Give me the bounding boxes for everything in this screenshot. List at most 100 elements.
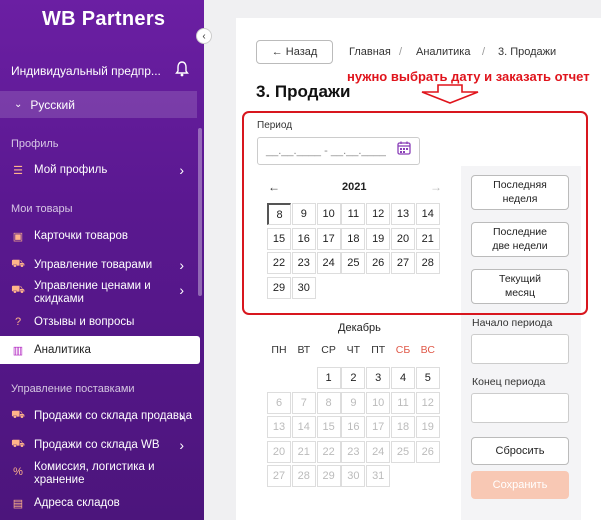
breadcrumb-analytics[interactable]: Аналитика xyxy=(416,46,470,58)
start-period-label: Начало периода xyxy=(472,317,553,329)
calendar-day: 31 xyxy=(366,465,391,487)
calendar-day: 13 xyxy=(267,416,291,438)
breadcrumb-separator: / xyxy=(482,46,486,58)
sidebar-item-label: Продажи со склада WB xyxy=(34,439,160,451)
sidebar-item-commission[interactable]: % Комиссия, логистика и хранение xyxy=(0,461,200,489)
chevron-right-icon: › xyxy=(179,282,184,298)
calendar-day: 27 xyxy=(267,465,291,487)
org-name[interactable]: Индивидуальный предпр... xyxy=(11,64,161,78)
section-supply: Управление поставками xyxy=(11,383,135,395)
weekday-label: ЧТ xyxy=(346,344,361,356)
calendar-day: 15 xyxy=(316,416,341,438)
weekday-label: СБ xyxy=(395,344,411,356)
calendar-day: 6 xyxy=(267,391,291,414)
page-title: 3. Продажи xyxy=(256,82,351,101)
month-title: Декабрь xyxy=(338,322,381,334)
calendar-day: 17 xyxy=(366,416,391,438)
collapse-sidebar-button[interactable]: ‹ xyxy=(196,28,212,44)
weekday-label: ВТ xyxy=(297,344,311,356)
calendar-day: 23 xyxy=(341,440,366,463)
calendar-day[interactable]: 5 xyxy=(415,367,440,389)
breadcrumb-current: 3. Продажи xyxy=(498,46,557,58)
truck-icon: ⛟ xyxy=(11,438,25,450)
calendar-day[interactable]: 3 xyxy=(366,367,391,389)
truck-icon: ⛟ xyxy=(11,258,25,270)
sidebar-item-label: Комиссия, логистика и хранение xyxy=(34,461,155,486)
sidebar-item-my-profile[interactable]: ☰ Мой профиль › xyxy=(0,160,200,180)
sidebar-item-label: Отзывы и вопросы xyxy=(34,316,135,328)
end-period-label: Конец периода xyxy=(472,376,546,388)
end-period-input[interactable] xyxy=(471,393,569,423)
sidebar-item-label: Управление ценами и скидками xyxy=(34,280,151,305)
chevron-right-icon: › xyxy=(179,437,184,453)
start-period-input[interactable] xyxy=(471,334,569,364)
sidebar-item-cards[interactable]: ▣ Карточки товаров xyxy=(0,226,200,246)
sidebar-item-seller-warehouse[interactable]: ⛟ Продажи со склада продавца › xyxy=(0,406,200,426)
sidebar-item-label: Адреса складов xyxy=(34,497,120,509)
book-icon: ▤ xyxy=(12,497,24,510)
sidebar-item-wb-warehouse[interactable]: ⛟ Продажи со склада WB › xyxy=(0,435,200,455)
language-select[interactable]: ⌄ Русский xyxy=(0,91,197,118)
weekday-label: ВС xyxy=(420,344,435,356)
calendar-day: 16 xyxy=(341,416,366,438)
sidebar-item-label: Мой профиль xyxy=(34,164,108,176)
percent-icon: % xyxy=(13,466,23,478)
calendar-day: 22 xyxy=(316,440,341,463)
calendar-day: 18 xyxy=(391,416,415,438)
calendar-day[interactable]: 1 xyxy=(316,367,341,389)
scrollbar[interactable] xyxy=(198,128,202,296)
chevron-right-icon: › xyxy=(179,408,184,424)
language-label: Русский xyxy=(30,97,75,112)
logo-text: WB Partners xyxy=(42,8,166,30)
sidebar-item-reviews[interactable]: ? Отзывы и вопросы xyxy=(0,313,200,331)
calendar-day[interactable]: 2 xyxy=(341,367,366,389)
sidebar-item-warehouse-addresses[interactable]: ▤ Адреса складов xyxy=(0,494,200,512)
sidebar-item-label: Карточки товаров xyxy=(34,230,128,242)
calendar-day: 8 xyxy=(316,391,341,414)
calendar-day: 30 xyxy=(341,465,366,487)
sidebar-item-analytics[interactable]: ▥ Аналитика xyxy=(0,336,200,364)
annotation-text: нужно выбрать дату и заказать отчет xyxy=(347,69,590,84)
back-button[interactable]: ← Назад xyxy=(256,40,333,64)
annotation-arrow-icon xyxy=(421,84,479,104)
section-profile: Профиль xyxy=(11,138,59,150)
save-button[interactable]: Сохранить xyxy=(471,471,569,499)
chevron-down-icon: ⌄ xyxy=(14,99,23,110)
calendar-day: 9 xyxy=(341,391,366,414)
weekday-label: СР xyxy=(321,344,336,356)
box-icon: ▣ xyxy=(12,230,24,243)
section-goods: Мои товары xyxy=(11,203,73,215)
sliders-icon: ☰ xyxy=(13,164,23,177)
calendar-day[interactable]: 4 xyxy=(391,367,415,389)
weekday-label: ПТ xyxy=(371,344,386,356)
calendar-day: 28 xyxy=(291,465,316,487)
chevron-right-icon: › xyxy=(179,257,184,273)
calendar-day: 12 xyxy=(415,391,440,414)
breadcrumb-home[interactable]: Главная xyxy=(349,46,391,58)
sidebar-item-label: Аналитика xyxy=(34,344,91,356)
calendar-day: 10 xyxy=(366,391,391,414)
calendar-day: 19 xyxy=(415,416,440,438)
bell-icon[interactable] xyxy=(175,61,189,77)
reset-button[interactable]: Сбросить xyxy=(471,437,569,465)
sidebar-item-label: Управление товарами xyxy=(34,259,153,271)
calendar-day: 29 xyxy=(316,465,341,487)
calendar-day: 26 xyxy=(415,440,440,463)
sidebar: WB Partners Индивидуальный предпр... ⌄ Ру… xyxy=(0,0,204,520)
annotation-highlight-box xyxy=(242,111,588,315)
logo[interactable]: WB Partners xyxy=(42,8,165,31)
breadcrumb-separator: / xyxy=(399,46,403,58)
question-icon: ? xyxy=(14,316,22,328)
calendar-day: 7 xyxy=(291,391,316,414)
chevron-right-icon: › xyxy=(179,162,184,178)
truck-icon: ⛟ xyxy=(11,409,25,421)
chart-icon: ▥ xyxy=(12,344,24,357)
truck-icon: ⛟ xyxy=(11,284,25,296)
sidebar-item-label: Продажи со склада продавца xyxy=(34,410,192,422)
calendar-day: 21 xyxy=(291,440,316,463)
calendar-day: 11 xyxy=(391,391,415,414)
sidebar-item-prices[interactable]: ⛟ Управление ценами и скидками › xyxy=(0,280,200,308)
calendar-day: 20 xyxy=(267,440,291,463)
sidebar-item-goods-management[interactable]: ⛟ Управление товарами › xyxy=(0,255,200,275)
chevron-left-icon: ‹ xyxy=(202,30,206,42)
